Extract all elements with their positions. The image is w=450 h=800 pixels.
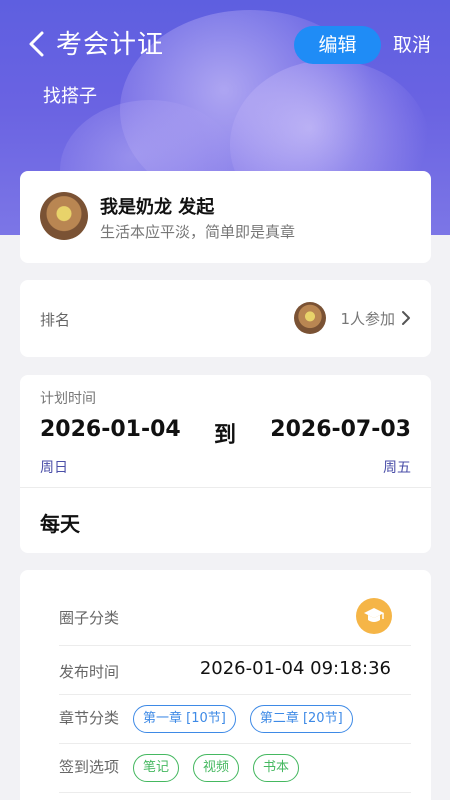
graduation-cap-icon[interactable] (356, 598, 392, 634)
cancel-button[interactable]: 取消 (393, 30, 431, 57)
divider (59, 743, 411, 744)
chapter-label: 章节分类 (59, 709, 120, 727)
chapter-chips: 第一章 [10节] 第二章 [20节] (133, 705, 367, 733)
end-date: 2026-07-03 (270, 417, 411, 442)
plan-time-label: 计划时间 (40, 391, 96, 407)
chevron-right-icon (402, 311, 410, 325)
frequency: 每天 (40, 512, 80, 536)
date-separator: 到 (214, 423, 237, 448)
participant-avatar (294, 302, 327, 334)
participant-count: 1人参加 (340, 309, 395, 328)
chevron-left-icon (29, 31, 44, 57)
chapter-chip[interactable]: 第一章 [10节] (133, 705, 236, 733)
checkin-chip[interactable]: 视频 (193, 754, 240, 782)
start-weekday: 周日 (40, 460, 68, 476)
rank-card: 排名 1人参加 (20, 280, 431, 357)
participants-link[interactable]: 1人参加 (294, 302, 411, 334)
checkin-chip[interactable]: 书本 (253, 754, 300, 782)
page-subtitle: 找搭子 (43, 86, 97, 107)
owner-bio: 生活本应平淡，简单即是真章 (100, 223, 296, 241)
publish-time: 2026-01-04 09:18:36 (199, 658, 391, 679)
checkin-chips: 笔记 视频 书本 (133, 754, 313, 782)
divider (59, 792, 411, 793)
owner-card[interactable]: 我是奶龙 发起 生活本应平淡，简单即是真章 (20, 171, 431, 263)
divider (59, 694, 411, 695)
edit-button[interactable]: 编辑 (294, 26, 381, 64)
checkin-chip[interactable]: 笔记 (133, 754, 180, 782)
end-weekday: 周五 (383, 460, 411, 476)
plan-card: 计划时间 2026-01-04 到 2026-07-03 周日 周五 每天 (20, 375, 431, 553)
chapter-chip[interactable]: 第二章 [20节] (249, 705, 353, 733)
divider (20, 487, 431, 488)
back-button[interactable] (26, 30, 48, 58)
top-bar: 考会计证 编辑 取消 (0, 22, 450, 66)
avatar[interactable] (40, 192, 88, 240)
publish-label: 发布时间 (59, 663, 120, 681)
start-date: 2026-01-04 (40, 417, 181, 442)
details-card: 圈子分类 发布时间 2026-01-04 09:18:36 章节分类 第一章 [… (20, 570, 431, 800)
divider (59, 645, 411, 646)
page-title: 考会计证 (56, 30, 165, 60)
category-label: 圈子分类 (59, 609, 120, 627)
rank-label: 排名 (40, 311, 71, 329)
owner-name: 我是奶龙 发起 (100, 197, 215, 218)
checkin-label: 签到选项 (59, 758, 120, 776)
